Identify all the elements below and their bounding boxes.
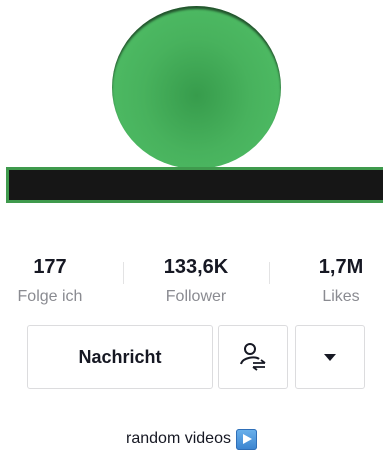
redacted-username-bar: [6, 167, 383, 203]
stat-divider: [123, 262, 124, 284]
user-swap-icon: [240, 343, 266, 371]
stat-following[interactable]: 177 Folge ich: [4, 255, 96, 307]
followers-label: Follower: [165, 288, 227, 305]
bio-text: random videos: [126, 430, 231, 447]
message-button[interactable]: Nachricht: [27, 325, 213, 389]
likes-label: Likes: [322, 288, 360, 305]
profile-stats: 177 Folge ich 133,6K Follower 1,7M Likes: [0, 255, 383, 305]
profile-bio: random videos: [0, 426, 383, 452]
followers-count: 133,6K: [163, 256, 229, 278]
following-label: Folge ich: [17, 288, 83, 305]
following-count: 177: [33, 256, 67, 278]
stat-divider: [269, 262, 270, 284]
stat-likes[interactable]: 1,7M Likes: [296, 255, 383, 307]
play-button-icon: [235, 428, 257, 450]
follow-toggle-button[interactable]: [218, 325, 288, 389]
message-button-label: Nachricht: [78, 346, 162, 367]
likes-count: 1,7M: [318, 256, 364, 278]
stat-followers[interactable]: 133,6K Follower: [140, 255, 252, 307]
more-options-button[interactable]: [295, 325, 365, 389]
avatar[interactable]: [112, 6, 281, 169]
caret-down-icon: [324, 353, 336, 361]
